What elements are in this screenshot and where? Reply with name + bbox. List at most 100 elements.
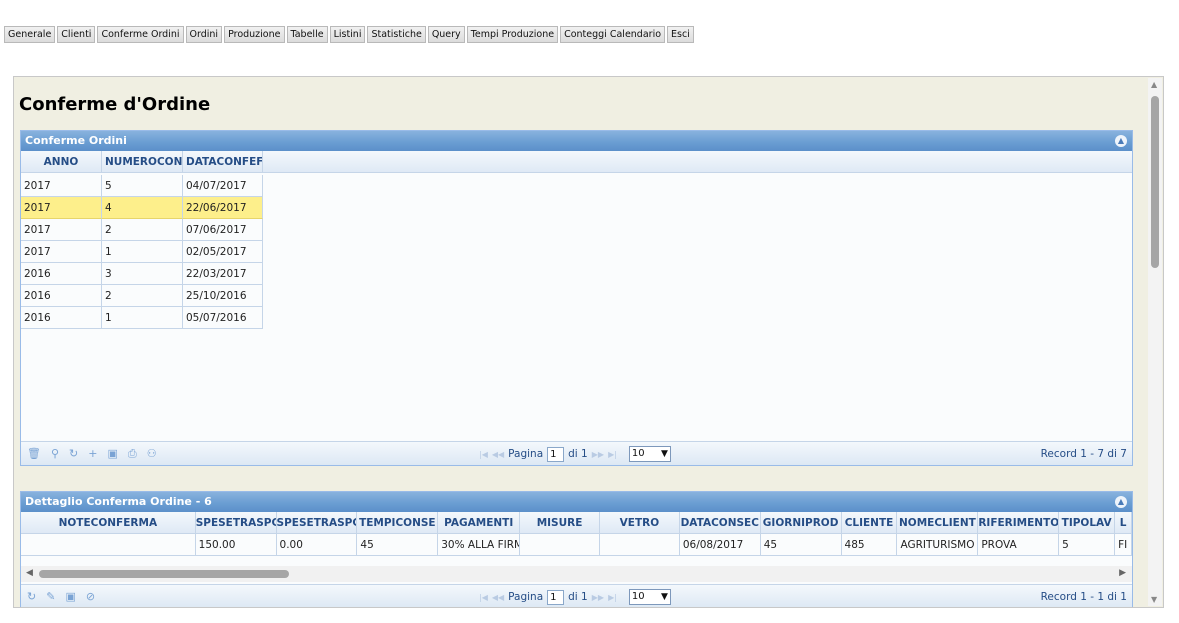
page-of-label: di 1: [568, 448, 588, 460]
cell-numerocon: 2: [102, 219, 183, 241]
menu-esci[interactable]: Esci: [667, 26, 694, 43]
top-menu: Generale Clienti Conferme Ordini Ordini …: [4, 26, 694, 43]
page-title: Conferme d'Ordine: [19, 94, 211, 115]
page-label: Pagina: [508, 591, 544, 603]
menu-clienti[interactable]: Clienti: [57, 26, 96, 43]
record-count: Record 1 - 7 di 7: [1040, 448, 1127, 460]
column-header-nomeclient[interactable]: NOMECLIENT: [897, 512, 979, 534]
column-header-noteconferma[interactable]: NOTECONFERMA: [21, 512, 196, 534]
table-row[interactable]: 2017 1 02/05/2017: [21, 241, 1132, 263]
column-header-misure[interactable]: MISURE: [520, 512, 600, 534]
column-header-dataconsec[interactable]: DATACONSEC: [680, 512, 761, 534]
first-page-icon[interactable]: |◀: [479, 450, 488, 459]
column-header-tempiconse[interactable]: TEMPICONSE: [357, 512, 439, 534]
column-header-l[interactable]: L: [1115, 512, 1132, 534]
collapse-up-icon[interactable]: ▲: [1115, 496, 1127, 508]
scroll-thumb[interactable]: [39, 570, 289, 578]
column-header-spesetraspc[interactable]: SPESETRASPC: [196, 512, 277, 534]
magnifier-icon[interactable]: ⚲: [51, 447, 59, 461]
orders-grid: Conferme Ordini ▲ ANNO NUMEROCON DATACON…: [20, 130, 1133, 466]
table-row[interactable]: 2016 2 25/10/2016: [21, 285, 1132, 307]
cell-nomeclient: AGRITURISMO I: [897, 534, 979, 556]
cell-numerocon: 5: [102, 175, 183, 197]
vertical-scrollbar[interactable]: ▲ ▼: [1148, 78, 1162, 606]
next-page-icon[interactable]: ▶▶: [592, 450, 604, 459]
cell-giorniprod: 45: [760, 534, 842, 556]
cell-spesetraspc-2: 0.00: [276, 534, 358, 556]
refresh-icon[interactable]: ↻: [27, 590, 36, 603]
cell-anno: 2017: [21, 241, 102, 263]
table-row[interactable]: 150.00 0.00 45 30% ALLA FIRMA 06/08/2017…: [21, 534, 1132, 556]
page-size-value: 10: [631, 448, 645, 459]
menu-query[interactable]: Query: [427, 26, 465, 43]
cell-dataconfef: 07/06/2017: [183, 219, 263, 241]
first-page-icon[interactable]: |◀: [479, 593, 488, 602]
menu-produzione[interactable]: Produzione: [224, 26, 285, 43]
table-row[interactable]: 2017 2 07/06/2017: [21, 219, 1132, 241]
print-icon[interactable]: ⎙: [128, 447, 137, 461]
trash-icon[interactable]: 🗑: [27, 447, 41, 461]
page-size-select[interactable]: 10 ▼: [628, 446, 671, 462]
detail-pager: ↻ ✎ ▣ ⊘ |◀ ◀◀ Pagina 1 di 1 ▶▶ ▶| 10 ▼ Re…: [21, 584, 1132, 607]
menu-statistiche[interactable]: Statistiche: [367, 26, 426, 43]
floppy-icon[interactable]: ▣: [65, 590, 75, 603]
menu-tempi-produzione[interactable]: Tempi Produzione: [466, 26, 559, 43]
scroll-thumb[interactable]: [1151, 96, 1159, 268]
next-page-icon[interactable]: ▶▶: [592, 593, 604, 602]
orders-toolbar: 🗑 ⚲ ↻ + ▣ ⎙ ⚇: [27, 447, 157, 461]
column-header-numerocon[interactable]: NUMEROCON: [102, 151, 183, 173]
cell-dataconsec: 06/08/2017: [679, 534, 761, 556]
cell-anno: 2016: [21, 263, 102, 285]
floppy-icon[interactable]: ▣: [107, 447, 117, 461]
cell-misure: [520, 534, 600, 556]
cell-dataconfef: 04/07/2017: [183, 175, 263, 197]
table-row[interactable]: 2016 1 05/07/2016: [21, 307, 1132, 329]
cell-noteconferma: [21, 534, 196, 556]
prev-page-icon[interactable]: ◀◀: [492, 593, 504, 602]
cell-dataconfef: 22/03/2017: [183, 263, 263, 285]
collapse-up-icon[interactable]: ▲: [1115, 135, 1127, 147]
orders-grid-caption: Conferme Ordini ▲: [21, 131, 1132, 151]
menu-generale[interactable]: Generale: [4, 26, 56, 43]
column-header-spesetraspc-2[interactable]: SPESETRASPC: [277, 512, 358, 534]
last-page-icon[interactable]: ▶|: [608, 593, 617, 602]
cell-anno: 2016: [21, 307, 102, 329]
cell-vetro: [599, 534, 680, 556]
column-header-cliente[interactable]: CLIENTE: [842, 512, 898, 534]
record-count: Record 1 - 1 di 1: [1040, 591, 1127, 603]
column-header-pagamenti[interactable]: PAGAMENTI: [438, 512, 521, 534]
column-header-tipolav[interactable]: TIPOLAV: [1059, 512, 1116, 534]
column-header-dataconfef[interactable]: DATACONFEF: [183, 151, 263, 173]
prev-page-icon[interactable]: ◀◀: [492, 450, 504, 459]
cancel-icon[interactable]: ⊘: [86, 590, 95, 603]
column-header-vetro[interactable]: VETRO: [600, 512, 680, 534]
scroll-down-icon[interactable]: ▼: [1151, 595, 1157, 604]
scroll-left-icon[interactable]: ◀: [26, 568, 33, 578]
page-number-input[interactable]: 1: [547, 446, 565, 462]
table-row[interactable]: 2016 3 22/03/2017: [21, 263, 1132, 285]
cell-dataconfef: 05/07/2016: [183, 307, 263, 329]
horizontal-scrollbar[interactable]: ◀ ▶: [21, 566, 1132, 582]
cart-icon[interactable]: ⚇: [147, 447, 157, 461]
pencil-icon[interactable]: ✎: [46, 590, 55, 603]
main-panel: Conferme d'Ordine Conferme Ordini ▲ ANNO…: [13, 76, 1164, 608]
table-row-selected[interactable]: 2017 4 22/06/2017: [21, 197, 1132, 219]
menu-tabelle[interactable]: Tabelle: [286, 26, 328, 43]
column-header-giorniprod[interactable]: GIORNIPROD: [761, 512, 842, 534]
column-header-riferimento[interactable]: RIFERIMENTO: [978, 512, 1060, 534]
refresh-icon[interactable]: ↻: [69, 447, 78, 461]
plus-icon[interactable]: +: [88, 447, 97, 461]
menu-conteggi-calendario[interactable]: Conteggi Calendario: [560, 26, 666, 43]
detail-grid: Dettaglio Conferma Ordine - 6 ▲ NOTECONF…: [20, 491, 1133, 607]
page-number-input[interactable]: 1: [547, 589, 565, 605]
last-page-icon[interactable]: ▶|: [608, 450, 617, 459]
page-size-select[interactable]: 10 ▼: [628, 589, 671, 605]
menu-conferme-ordini[interactable]: Conferme Ordini: [97, 26, 184, 43]
scroll-right-icon[interactable]: ▶: [1119, 568, 1126, 578]
column-header-anno[interactable]: ANNO: [21, 151, 102, 173]
scroll-up-icon[interactable]: ▲: [1151, 80, 1157, 89]
cell-numerocon: 3: [102, 263, 183, 285]
table-row[interactable]: 2017 5 04/07/2017: [21, 175, 1132, 197]
menu-listini[interactable]: Listini: [329, 26, 366, 43]
menu-ordini[interactable]: Ordini: [185, 26, 223, 43]
